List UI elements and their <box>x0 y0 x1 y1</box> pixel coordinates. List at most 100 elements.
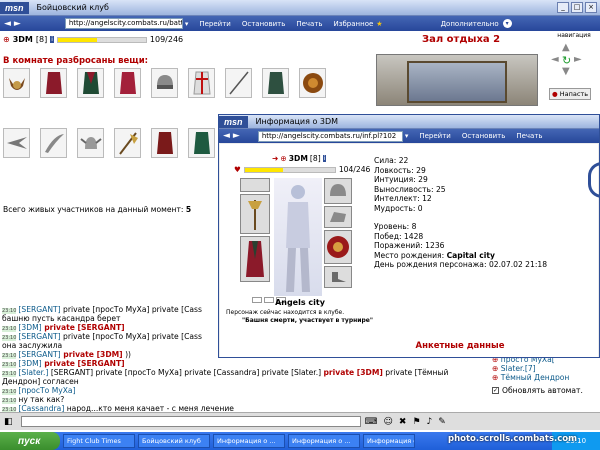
print-button[interactable]: Печать <box>516 132 542 140</box>
back-icon[interactable]: ◄ <box>4 19 11 29</box>
navigation-panel: навигация ▲ ◄ ↻ ► ▼ ● Напасть <box>548 32 600 107</box>
taskbar-item[interactable]: Информация о ... <box>213 434 285 448</box>
red-tunic-icon[interactable] <box>151 128 178 158</box>
round-shield-icon[interactable] <box>299 68 326 98</box>
green-tunic-icon[interactable] <box>262 68 289 98</box>
msn-logo: msn <box>219 115 248 128</box>
steel-helmet-icon[interactable] <box>151 68 178 98</box>
red-armor-icon[interactable] <box>188 68 215 98</box>
chat-nick[interactable]: [3DM] <box>18 323 41 332</box>
char-name: 3DM <box>288 154 308 163</box>
chat-menu-icon[interactable]: ◧ <box>4 417 13 427</box>
popup-content: ➜ ⊕ 3DM [8] i ♥ 104/246 Angels city Перс… <box>220 144 600 357</box>
earring-slot[interactable] <box>240 178 270 192</box>
chat-nick[interactable]: [SERGANT] <box>18 305 60 314</box>
send-icon[interactable]: ⌨ <box>365 417 378 427</box>
taskbar-item[interactable]: Информация о ... <box>363 434 415 448</box>
print-button[interactable]: Печать <box>296 20 322 28</box>
chat-nick[interactable]: [3DM] <box>18 359 41 368</box>
chat-nick[interactable]: [Slater.] <box>18 368 48 377</box>
back-icon[interactable]: ◄ <box>223 131 230 141</box>
online-item[interactable]: ⊕ Тёмный Дендрон <box>492 373 600 382</box>
chat-private: private [3DM] <box>60 350 123 359</box>
claw-blade-icon[interactable] <box>3 128 30 158</box>
maximize-button[interactable]: □ <box>571 2 583 13</box>
stop-button[interactable]: Остановить <box>242 20 285 28</box>
book-icon[interactable]: ✎ <box>438 417 446 427</box>
address-bar[interactable]: http://angelscity.combats.ru/battle2.ht <box>64 18 183 29</box>
start-label: пуск <box>18 435 41 447</box>
stat-strength: Сила: 22 <box>374 156 409 165</box>
arrow-left-icon[interactable]: ◄ <box>551 54 559 65</box>
address-dropdown-icon[interactable]: ▾ <box>405 132 409 140</box>
minimize-button[interactable]: _ <box>557 2 569 13</box>
clear-icon[interactable]: ✖ <box>399 417 407 427</box>
player-name[interactable]: 3DM <box>13 35 33 44</box>
info-icon[interactable]: i <box>322 155 327 162</box>
info-icon[interactable]: i <box>50 36 54 43</box>
char-level-line: Уровень: 8 <box>374 222 417 231</box>
green-robe-icon[interactable] <box>77 68 104 98</box>
chat-private: private [SERGANT] <box>41 359 125 368</box>
filter-icon[interactable]: ⚑ <box>412 417 420 427</box>
char-hp-value: 104/246 <box>338 165 371 174</box>
info-block: Уровень: 8 Побед: 1428 Поражений: 1236 М… <box>374 222 547 270</box>
axe-weapon-icon[interactable] <box>240 194 270 234</box>
stat-intuition: Интуиция: 29 <box>374 175 428 185</box>
arrow-down-icon[interactable]: ▼ <box>562 66 570 77</box>
info-popup: msn Информация о 3DM ◄ ► http://angelsci… <box>218 114 600 358</box>
go-button[interactable]: Перейти <box>419 132 451 140</box>
horned-helmet-icon[interactable] <box>3 68 30 98</box>
curved-sword-icon[interactable] <box>40 128 67 158</box>
forward-icon[interactable]: ► <box>14 19 21 29</box>
smiley-icon[interactable]: ☺ <box>384 417 393 427</box>
attack-label: Напасть <box>559 90 589 98</box>
birthplace-label: Место рождения: <box>374 250 445 260</box>
more-button[interactable]: Дополнительно <box>441 20 499 28</box>
chat-nick[interactable]: [SERGANT] <box>18 332 60 341</box>
taskbar-item[interactable]: Бойцовский клуб <box>138 434 210 448</box>
participants-count: 5 <box>185 205 192 214</box>
more-chevron-icon[interactable]: ▾ <box>502 19 512 28</box>
taskbar-item[interactable]: Fight Club Times <box>63 434 135 448</box>
close-button[interactable]: × <box>585 2 597 13</box>
sound-icon[interactable]: ♪ <box>427 417 433 427</box>
shield-icon[interactable] <box>324 230 352 264</box>
boots-icon[interactable] <box>324 266 352 288</box>
winged-helmet-icon[interactable] <box>77 128 104 158</box>
clan-icon: ⊕ <box>280 154 287 163</box>
address-dropdown-icon[interactable]: ▾ <box>185 20 189 28</box>
taskbar-item[interactable]: Информация о ... <box>288 434 360 448</box>
start-button[interactable]: пуск <box>0 432 60 450</box>
red-cloak-icon[interactable] <box>114 68 141 98</box>
green-cloak-icon[interactable] <box>188 128 215 158</box>
forward-icon[interactable]: ► <box>233 131 240 141</box>
window-title: Бойцовский клуб <box>36 3 109 12</box>
battle-axe-icon[interactable] <box>114 128 141 158</box>
chat-nick[interactable]: [SERGANT] <box>18 350 60 359</box>
helmet-icon[interactable] <box>324 178 352 204</box>
auto-update-checkbox[interactable]: ✓ <box>492 387 499 394</box>
items-heading: В комнате разбросаны вещи: <box>3 56 149 66</box>
online-item[interactable]: ⊕ Slater.[7] <box>492 364 600 373</box>
auto-update-label: Обновлять автомат. <box>502 386 583 395</box>
popup-title: Информация о 3DM <box>255 117 339 126</box>
gloves-icon[interactable] <box>324 206 352 228</box>
watermark: photo.scrolls.combats.com <box>448 434 577 444</box>
chat-text: ну так как? <box>18 395 65 404</box>
arrow-right-icon[interactable]: ► <box>574 54 582 65</box>
go-button[interactable]: Перейти <box>199 20 231 28</box>
chat-input[interactable] <box>20 416 361 427</box>
attack-button[interactable]: ● Напасть <box>549 88 592 100</box>
spear-icon[interactable] <box>225 68 252 98</box>
chat-text: Дендрон] согласен <box>2 377 79 386</box>
popup-address-bar[interactable]: http://angelscity.combats.ru/inf.pl?102 <box>257 130 403 142</box>
red-robe-icon[interactable] <box>40 68 67 98</box>
arrow-up-icon[interactable]: ▲ <box>562 42 570 53</box>
stop-button[interactable]: Остановить <box>462 132 505 140</box>
favorites-button[interactable]: Избранное <box>334 20 374 28</box>
clan-icon: ⊕ <box>492 364 499 373</box>
robe-armor-icon[interactable] <box>240 236 270 282</box>
char-header: ➜ ⊕ 3DM [8] i <box>272 154 327 163</box>
chat-nick[interactable]: [просТо МуХа] <box>18 386 75 395</box>
